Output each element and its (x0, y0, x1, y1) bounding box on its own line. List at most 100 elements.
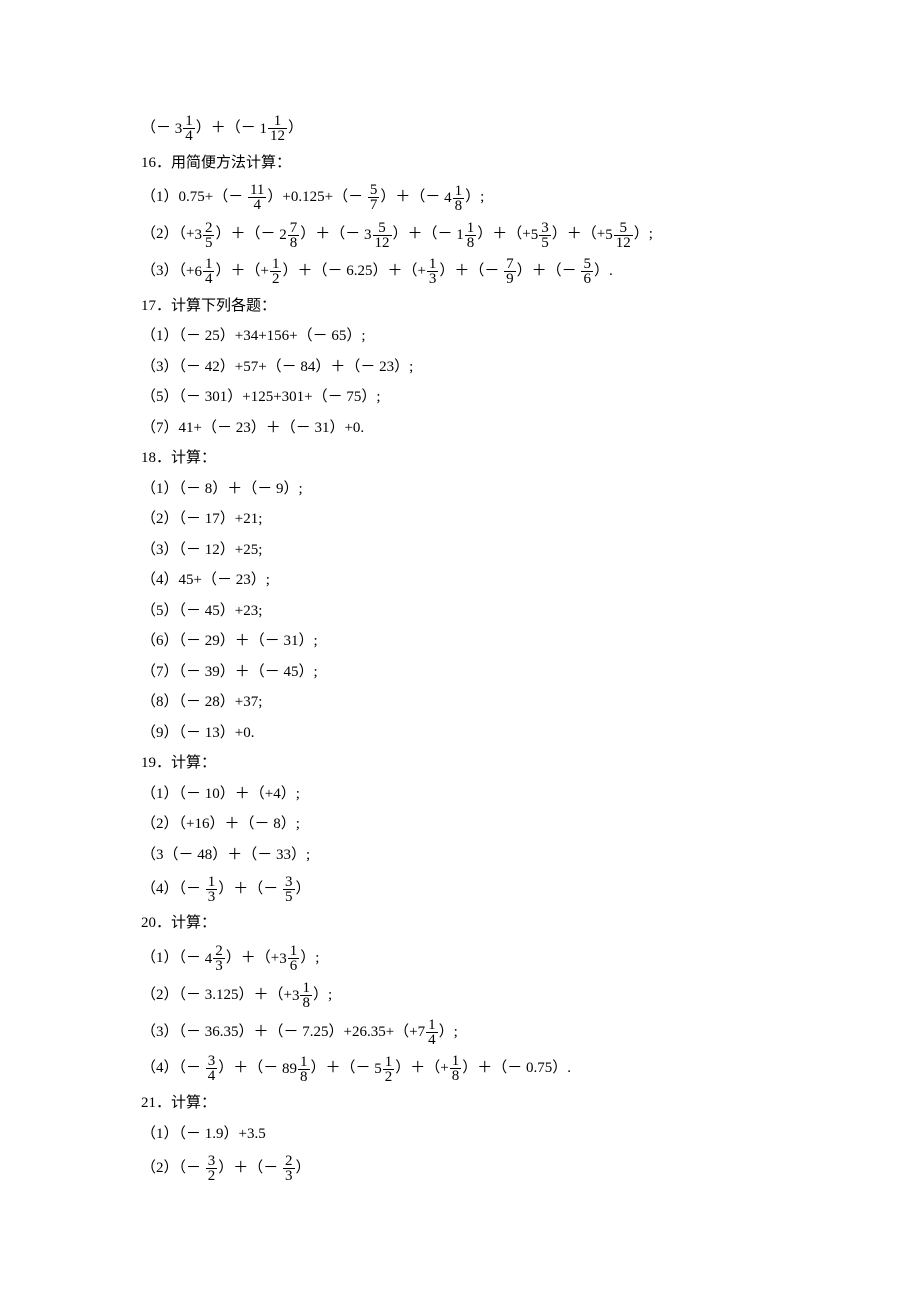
fraction: 114 (248, 183, 266, 212)
text-segment: ）＋（－ 0.75）. (462, 1060, 571, 1076)
line-29: （4）（－ 34）＋（－ 8918）＋（－ 512）＋（+18）＋（－ 0.75… (141, 1052, 920, 1085)
line-1: 16．用简便方法计算： (141, 149, 920, 178)
line-21: （1）（－ 10）＋（+4）; (141, 780, 920, 809)
line-11: （1）（－ 8）＋（－ 9）; (141, 475, 920, 504)
text-segment: ）+0.125+（－ (267, 189, 366, 205)
text-segment: ）. (594, 263, 613, 279)
mixed-number: 278 (279, 218, 300, 251)
mixed-number: 8918 (282, 1053, 311, 1086)
line-31: （1）（－ 1.9）+3.5 (141, 1120, 920, 1149)
fraction: 32 (206, 1154, 218, 1183)
mixed-number: 423 (205, 942, 226, 975)
text-segment: （2）（－ 3.125）＋（+ (141, 987, 292, 1003)
text-segment: ）＋（－ (215, 226, 279, 242)
line-28: （3）（－ 36.35）＋（－ 7.25）+26.35+（+714）; (141, 1016, 920, 1049)
line-0: （－ 314）＋（－ 1112） (141, 112, 920, 145)
text-segment: （2）（－ (141, 1160, 205, 1176)
text-segment: ）＋（－ (196, 120, 260, 136)
fraction: 34 (206, 1054, 218, 1083)
text-segment: ）＋（+ (552, 226, 605, 242)
mixed-number: 418 (444, 182, 465, 215)
fraction: 57 (368, 183, 380, 212)
line-23: （3（－ 48）＋（－ 33）; (141, 841, 920, 870)
text-segment: ）＋（+ (215, 263, 268, 279)
text-segment: ）; (313, 987, 332, 1003)
fraction: 14 (183, 114, 195, 143)
mixed-number: 316 (279, 942, 300, 975)
mixed-number: 318 (292, 979, 313, 1012)
fraction: 18 (300, 981, 312, 1010)
text-segment: ）; (300, 950, 319, 966)
text-segment: （3）（+ (141, 263, 194, 279)
text-segment: ）＋（+ (226, 950, 279, 966)
fraction: 14 (426, 1018, 438, 1047)
fraction: 12 (383, 1055, 395, 1084)
line-25: 20．计算： (141, 909, 920, 938)
line-22: （2）（+16）＋（－ 8）; (141, 810, 920, 839)
line-4: （3）（+614）＋（+12）＋（－ 6.25）＋（+13）＋（－ 79）＋（－… (141, 255, 920, 288)
mixed-number: 314 (175, 112, 196, 145)
text-segment: ）＋（－ (393, 226, 457, 242)
mixed-number: 512 (374, 1053, 395, 1086)
text-segment: （3）（－ 36.35）＋（－ 7.25）+26.35+（+ (141, 1024, 418, 1040)
line-9: （7）41+（－ 23）＋（－ 31）+0. (141, 414, 920, 443)
fraction: 23 (283, 1154, 295, 1183)
line-6: （1）（－ 25）+34+156+（－ 65）; (141, 322, 920, 351)
line-2: （1）0.75+（－ 114）+0.125+（－ 57）＋（－ 418）; (141, 181, 920, 214)
text-segment: （4）（－ (141, 881, 205, 897)
mixed-number: 614 (194, 255, 215, 288)
fraction: 512 (373, 221, 392, 250)
line-10: 18．计算： (141, 444, 920, 473)
line-8: （5）（－ 301）+125+301+（－ 75）; (141, 383, 920, 412)
line-32: （2）（－ 32）＋（－ 23） (141, 1152, 920, 1184)
line-15: （5）（－ 45）+23; (141, 597, 920, 626)
text-segment: ）＋（－ (300, 226, 364, 242)
mixed-number: 118 (456, 218, 477, 251)
fraction: 25 (203, 221, 215, 250)
fraction: 13 (206, 875, 218, 904)
mixed-number: 714 (418, 1016, 439, 1049)
fraction: 13 (427, 257, 439, 286)
text-segment: （4）（－ (141, 1060, 205, 1076)
text-segment: ）＋（－ (517, 263, 581, 279)
text-segment: ）＋（－ (311, 1060, 375, 1076)
text-segment: ）＋（－ (439, 263, 503, 279)
fraction: 18 (465, 221, 477, 250)
text-segment: （2）（+ (141, 226, 194, 242)
text-segment: （1）（－ (141, 950, 205, 966)
text-segment: ）＋（－ (218, 881, 282, 897)
fraction: 18 (450, 1054, 462, 1083)
line-14: （4）45+（－ 23）; (141, 566, 920, 595)
text-segment: ） (296, 1160, 311, 1176)
text-segment: ）; (439, 1024, 458, 1040)
fraction: 23 (213, 944, 225, 973)
mixed-number: 535 (531, 218, 552, 251)
fraction: 16 (288, 944, 300, 973)
text-segment: ）＋（－ (218, 1160, 282, 1176)
line-26: （1）（－ 423）＋（+316）; (141, 942, 920, 975)
text-segment: ） (296, 881, 311, 897)
text-segment: ）＋（－ (218, 1060, 282, 1076)
line-19: （9）（－ 13）+0. (141, 719, 920, 748)
fraction: 79 (504, 257, 516, 286)
fraction: 14 (203, 257, 215, 286)
line-30: 21．计算： (141, 1089, 920, 1118)
fraction: 512 (614, 221, 633, 250)
mixed-number: 3512 (364, 218, 393, 251)
text-segment: ）＋（－ (380, 189, 444, 205)
mixed-number: 325 (194, 218, 215, 251)
line-18: （8）（－ 28）+37; (141, 688, 920, 717)
line-20: 19．计算： (141, 749, 920, 778)
line-7: （3）（－ 42）+57+（－ 84）＋（－ 23）; (141, 353, 920, 382)
text-segment: ）; (634, 226, 653, 242)
text-segment: ） (288, 120, 303, 136)
line-5: 17．计算下列各题： (141, 292, 920, 321)
line-27: （2）（－ 3.125）＋（+318）; (141, 979, 920, 1012)
line-13: （3）（－ 12）+25; (141, 536, 920, 565)
mixed-number: 1112 (260, 112, 289, 145)
fraction: 18 (453, 184, 465, 213)
fraction: 12 (270, 257, 282, 286)
text-segment: （－ (141, 120, 175, 136)
text-segment: ）＋（+ (477, 226, 530, 242)
text-segment: ）; (465, 189, 484, 205)
